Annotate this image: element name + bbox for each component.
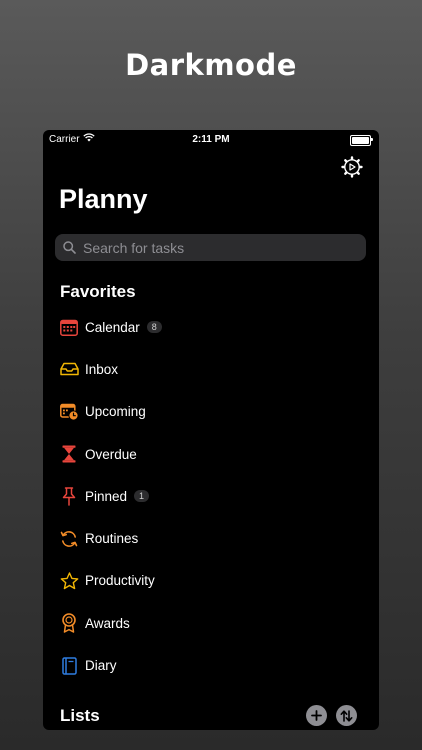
favorite-item-upcoming[interactable]: Upcoming [43, 391, 379, 433]
favorite-label: Diary [85, 658, 117, 674]
inbox-icon [59, 359, 79, 379]
sort-arrows-icon [340, 709, 353, 722]
settings-gear-icon[interactable] [341, 156, 363, 178]
favorite-item-pinned[interactable]: Pinned 1 [43, 475, 379, 517]
book-icon [59, 656, 79, 676]
favorite-label: Calendar [85, 319, 140, 335]
battery-icon [350, 135, 373, 146]
favorites-heading: Favorites [60, 282, 136, 301]
favorite-item-productivity[interactable]: Productivity [43, 560, 379, 602]
status-time: 2:11 PM [192, 134, 230, 145]
award-icon [59, 613, 79, 633]
calendar-icon [59, 317, 79, 337]
status-bar: Carrier 2:11 PM [43, 130, 379, 150]
search-icon [63, 241, 76, 254]
favorite-label: Awards [85, 615, 130, 631]
favorite-item-awards[interactable]: Awards [43, 602, 379, 644]
add-list-button[interactable] [306, 705, 327, 726]
hourglass-icon [59, 444, 79, 464]
favorite-label: Productivity [85, 573, 155, 589]
pin-icon [59, 486, 79, 506]
search-bar[interactable] [55, 234, 366, 261]
favorite-item-overdue[interactable]: Overdue [43, 433, 379, 475]
star-icon [59, 571, 79, 591]
upcoming-icon [59, 402, 79, 422]
promo-headline: Darkmode [125, 48, 297, 82]
count-badge: 8 [146, 321, 162, 334]
phone-screen: Carrier 2:11 PM Planny Search for tasks … [43, 130, 379, 730]
favorite-label: Pinned [85, 488, 128, 504]
plus-icon [311, 710, 322, 721]
favorites-list: Calendar 8 Inbox Upcoming Overdue Pinned… [43, 306, 379, 687]
lists-heading: Lists [60, 706, 100, 725]
sort-lists-button[interactable] [336, 705, 357, 726]
routines-icon [59, 529, 79, 549]
favorite-label: Overdue [85, 446, 137, 462]
favorite-item-inbox[interactable]: Inbox [43, 348, 379, 390]
favorite-label: Inbox [85, 361, 119, 377]
favorite-item-calendar[interactable]: Calendar 8 [43, 306, 379, 348]
favorite-label: Routines [85, 531, 139, 547]
favorite-item-routines[interactable]: Routines [43, 517, 379, 559]
count-badge: 1 [134, 490, 150, 503]
lists-header: Lists [43, 700, 379, 730]
favorite-item-diary[interactable]: Diary [43, 644, 379, 686]
favorite-label: Upcoming [85, 404, 146, 420]
page-title: Planny [59, 184, 148, 214]
search-input[interactable] [83, 234, 353, 261]
